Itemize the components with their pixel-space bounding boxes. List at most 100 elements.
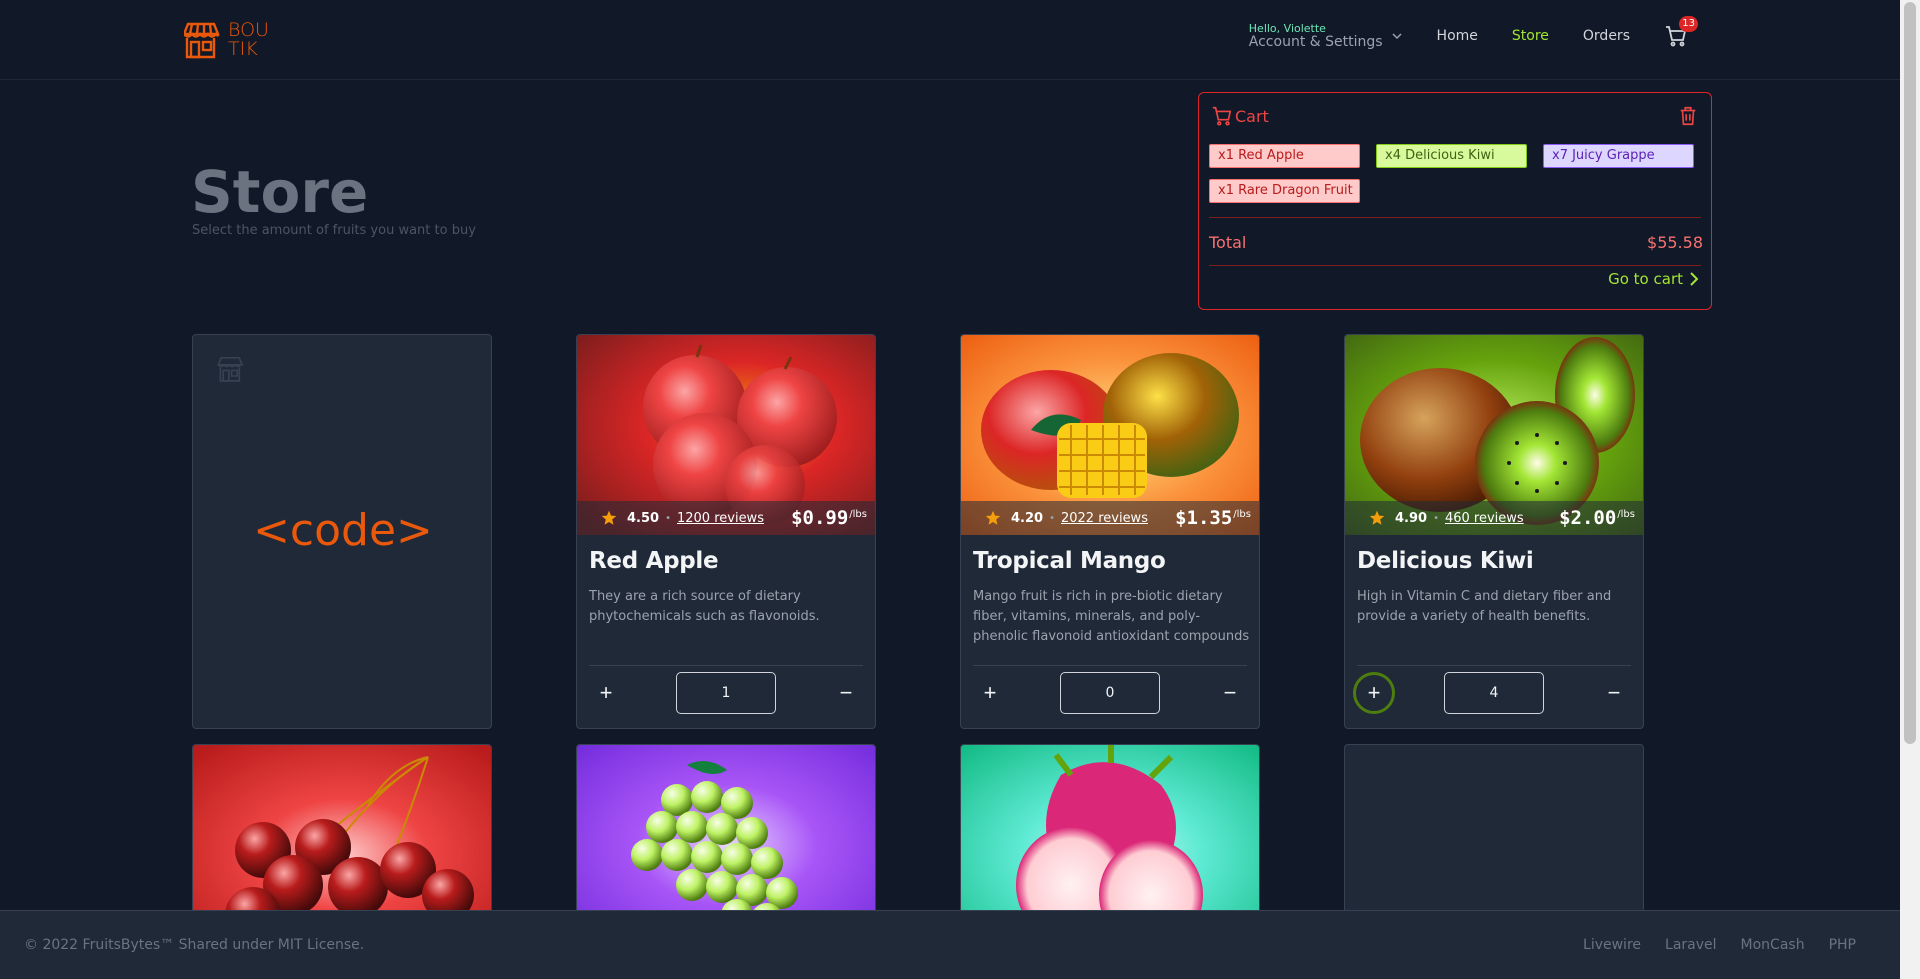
main-nav: Hello, Violette Account & Settings Home … — [1249, 16, 1698, 50]
divider — [1209, 265, 1701, 266]
footer-link-php[interactable]: PHP — [1829, 937, 1856, 953]
star-icon — [985, 510, 1001, 525]
quantity-input[interactable] — [1444, 672, 1544, 714]
decrement-button[interactable]: − — [1209, 672, 1251, 714]
price-value: $2.00 — [1559, 507, 1617, 529]
product-name: Delicious Kiwi — [1357, 548, 1534, 574]
cart-items: x1 Red Apple x4 Delicious Kiwi x7 Juicy … — [1209, 144, 1705, 203]
cart-item-chip[interactable]: x1 Rare Dragon Fruit — [1209, 179, 1360, 203]
placeholder-card: <code> — [192, 334, 492, 729]
page-subtitle: Select the amount of fruits you want to … — [192, 223, 476, 238]
increment-button[interactable]: + — [969, 672, 1011, 714]
star-icon — [601, 510, 617, 525]
product-name: Red Apple — [589, 548, 719, 574]
price-value: $0.99 — [791, 507, 849, 529]
logo-text-bottom: TIK — [228, 38, 258, 60]
price: $0.99/lbs — [791, 507, 867, 529]
scrollbar-thumb[interactable] — [1904, 2, 1916, 744]
product-description: High in Vitamin C and dietary fiber and … — [1357, 589, 1612, 624]
divider — [973, 665, 1247, 666]
logo[interactable]: BOU TIK — [184, 20, 269, 60]
quantity-stepper: + − — [973, 672, 1247, 714]
cart-item-chip[interactable]: x4 Delicious Kiwi — [1376, 144, 1527, 168]
product-card-delicious-kiwi: 4.90 • 460 reviews $2.00/lbs Delicious K… — [1344, 334, 1644, 729]
page-title: Store — [191, 158, 369, 226]
storefront-icon — [184, 22, 220, 59]
price: $2.00/lbs — [1559, 507, 1635, 529]
product-card-tropical-mango: 4.20 • 2022 reviews $1.35/lbs Tropical M… — [960, 334, 1260, 729]
product-image-apple: 4.50 • 1200 reviews $0.99/lbs — [577, 335, 875, 535]
cart-title: Cart — [1235, 106, 1269, 126]
star-icon — [1369, 510, 1385, 525]
reviews-link[interactable]: 2022 reviews — [1061, 511, 1148, 526]
cart-item-chip[interactable]: x7 Juicy Grappe — [1543, 144, 1694, 168]
chevron-right-icon — [1690, 272, 1699, 286]
footer-link-moncash[interactable]: MonCash — [1741, 937, 1805, 953]
divider — [1209, 217, 1701, 218]
decrement-button[interactable]: − — [825, 672, 867, 714]
reviews-link[interactable]: 1200 reviews — [677, 511, 764, 526]
divider — [589, 665, 863, 666]
price: $1.35/lbs — [1175, 507, 1251, 529]
separator-dot: • — [1433, 512, 1439, 524]
placeholder-card — [1344, 744, 1644, 924]
product-image-grape — [577, 745, 875, 923]
footer-link-livewire[interactable]: Livewire — [1583, 937, 1641, 953]
cart-total-label: Total — [1209, 233, 1247, 252]
storefront-icon — [217, 356, 244, 382]
product-description: They are a rich source of dietary phytoc… — [589, 589, 820, 624]
cart-icon — [1212, 106, 1232, 126]
product-description: Mango fruit is rich in pre-biotic dietar… — [973, 589, 1250, 644]
product-image-dragon-fruit — [961, 745, 1259, 923]
separator-dot: • — [665, 512, 671, 524]
separator-dot: • — [1049, 512, 1055, 524]
increment-button[interactable]: + — [585, 672, 627, 714]
chevron-down-icon — [1392, 33, 1402, 40]
price-unit: /lbs — [1617, 508, 1635, 520]
cart-total-value: $55.58 — [1647, 233, 1703, 252]
product-card-cherry — [192, 744, 492, 924]
scrollbar[interactable] — [1900, 0, 1920, 979]
cart-panel: Cart x1 Red Apple x4 Delicious Kiwi x7 J… — [1198, 92, 1712, 310]
cart-button[interactable]: 13 — [1664, 16, 1698, 48]
quantity-input[interactable] — [1060, 672, 1160, 714]
go-to-cart-label: Go to cart — [1608, 270, 1683, 288]
account-settings-label: Account & Settings — [1248, 34, 1383, 50]
rating-value: 4.20 — [1011, 510, 1044, 526]
nav-orders[interactable]: Orders — [1583, 28, 1630, 44]
product-image-kiwi: 4.90 • 460 reviews $2.00/lbs — [1345, 335, 1643, 535]
price-unit: /lbs — [1233, 508, 1251, 520]
account-dropdown[interactable]: Hello, Violette Account & Settings — [1249, 22, 1403, 50]
trash-icon — [1680, 106, 1696, 126]
reviews-link[interactable]: 460 reviews — [1445, 511, 1524, 526]
cart-header: Cart — [1211, 105, 1269, 127]
top-navbar: BOU TIK Hello, Violette Account & Settin… — [0, 0, 1900, 80]
rating-bar: 4.20 • 2022 reviews $1.35/lbs — [961, 501, 1259, 535]
product-card-juicy-grappe — [576, 744, 876, 924]
divider — [1357, 665, 1631, 666]
go-to-cart-link[interactable]: Go to cart — [1608, 270, 1699, 288]
product-card-rare-dragon-fruit — [960, 744, 1260, 924]
quantity-input[interactable] — [676, 672, 776, 714]
product-image-cherry — [193, 745, 491, 923]
increment-button[interactable]: + — [1353, 672, 1395, 714]
cart-item-chip[interactable]: x1 Red Apple — [1209, 144, 1360, 168]
footer: © 2022 FruitsBytes™ Shared under MIT Lic… — [0, 910, 1900, 979]
product-name: Tropical Mango — [973, 548, 1166, 574]
nav-store[interactable]: Store — [1512, 28, 1549, 44]
clear-cart-button[interactable] — [1677, 105, 1699, 127]
nav-home[interactable]: Home — [1437, 28, 1478, 44]
price-value: $1.35 — [1175, 507, 1233, 529]
rating-value: 4.90 — [1395, 510, 1428, 526]
rating-value: 4.50 — [627, 510, 660, 526]
rating-bar: 4.50 • 1200 reviews $0.99/lbs — [577, 501, 875, 535]
price-unit: /lbs — [849, 508, 867, 520]
rating-bar: 4.90 • 460 reviews $2.00/lbs — [1345, 501, 1643, 535]
decrement-button[interactable]: − — [1593, 672, 1635, 714]
footer-link-laravel[interactable]: Laravel — [1665, 937, 1717, 953]
product-card-red-apple: 4.50 • 1200 reviews $0.99/lbs Red Apple … — [576, 334, 876, 729]
code-placeholder-text: <code> — [253, 505, 433, 556]
product-image-mango: 4.20 • 2022 reviews $1.35/lbs — [961, 335, 1259, 535]
cart-count-badge: 13 — [1679, 16, 1698, 32]
quantity-stepper: + − — [589, 672, 863, 714]
